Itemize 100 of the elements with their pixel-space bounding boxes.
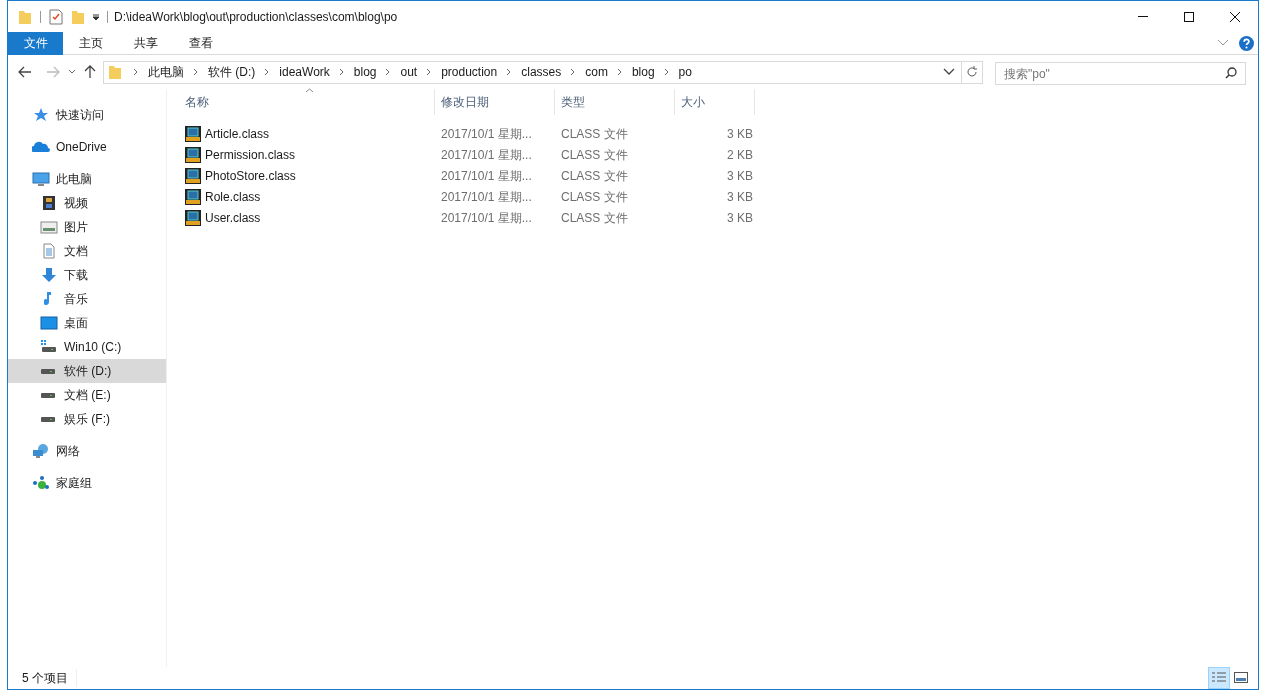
sidebar-item[interactable]: 软件 (D:) [8, 359, 166, 383]
class-file-icon [185, 167, 201, 184]
class-file-icon [185, 146, 201, 163]
sidebar-item[interactable]: 家庭组 [8, 471, 166, 495]
picture-icon [40, 219, 58, 235]
sidebar-item[interactable]: 快速访问 [8, 103, 166, 127]
sidebar-item[interactable]: 此电脑 [8, 167, 166, 191]
sidebar-label: 音乐 [64, 291, 88, 308]
modified-date: 2017/10/1 星期... [441, 209, 533, 227]
column-header[interactable]: 名称 [179, 89, 435, 115]
breadcrumb-item[interactable]: po [678, 63, 692, 81]
column-header[interactable]: 类型 [555, 89, 675, 115]
sidebar-label: 图片 [64, 219, 88, 236]
file-row[interactable]: Article.class 2017/10/1 星期... CLASS 文件 3 KB [167, 123, 1258, 144]
file-type: CLASS 文件 [561, 188, 629, 206]
sidebar-item[interactable]: 桌面 [8, 311, 166, 335]
dropdown-caret-icon[interactable] [943, 68, 955, 76]
chevron-right-icon [506, 68, 513, 76]
item-count: 5 个项目 [22, 669, 77, 687]
sidebar-label: 此电脑 [56, 171, 92, 188]
file-name: Role.class [205, 188, 261, 206]
refresh-button[interactable] [962, 60, 983, 84]
chevron-right-icon [338, 68, 345, 76]
ribbon-tab[interactable]: 文件 [8, 31, 63, 55]
address-bar[interactable]: 此电脑 软件 (D:) ideaWork blog out production classes com blog po [103, 60, 962, 84]
back-arrow-icon[interactable] [18, 66, 32, 78]
sidebar-item[interactable]: 视频 [8, 191, 166, 215]
file-row[interactable]: PhotoStore.class 2017/10/1 星期... CLASS 文件 3 KB [167, 165, 1258, 186]
sidebar-item[interactable]: Win10 (C:) [8, 335, 166, 359]
chevron-right-icon [616, 68, 623, 76]
file-type: CLASS 文件 [561, 167, 629, 185]
file-name: Article.class [205, 125, 269, 143]
ribbon-tab[interactable]: 查看 [173, 31, 228, 55]
breadcrumb-item[interactable]: ideaWork [279, 63, 330, 81]
up-arrow-icon[interactable] [84, 65, 96, 79]
refresh-icon [966, 66, 978, 78]
file-row[interactable]: Permission.class 2017/10/1 星期... CLASS 文件 2 KB [167, 144, 1258, 165]
sidebar-item[interactable]: 图片 [8, 215, 166, 239]
breadcrumb-item[interactable]: classes [521, 63, 562, 81]
sidebar-item[interactable]: 音乐 [8, 287, 166, 311]
file-size: 2 KB [726, 146, 753, 164]
chevron-right-icon [193, 68, 199, 76]
expand-ribbon-icon[interactable] [1217, 39, 1229, 47]
down-arrow-icon [40, 267, 58, 283]
desktop-icon [40, 315, 58, 331]
class-file-icon [185, 188, 201, 205]
minimize-icon [1138, 16, 1148, 17]
sidebar-label: 文档 (E:) [64, 387, 111, 404]
recent-caret-icon[interactable] [68, 69, 76, 75]
close-icon [1230, 11, 1240, 22]
breadcrumb-item[interactable]: blog [631, 63, 655, 81]
modified-date: 2017/10/1 星期... [441, 167, 533, 185]
breadcrumb-item[interactable]: 此电脑 [148, 63, 184, 81]
sidebar-label: 软件 (D:) [64, 363, 112, 380]
sidebar-label: Win10 (C:) [64, 339, 122, 356]
sidebar-item[interactable]: 娱乐 (F:) [8, 407, 166, 431]
folder-icon [108, 64, 122, 80]
drive-icon [40, 368, 58, 374]
dropdown-caret-icon[interactable] [91, 12, 101, 21]
search-field[interactable]: 搜索"po" [995, 62, 1246, 85]
breadcrumb-item[interactable]: blog [353, 63, 377, 81]
film-icon [40, 195, 58, 211]
drive-icon [40, 392, 58, 398]
sidebar-item[interactable]: 下载 [8, 263, 166, 287]
sidebar-item[interactable]: 网络 [8, 439, 166, 463]
document-icon [40, 243, 58, 259]
folder-icon [18, 8, 32, 25]
ribbon-tab[interactable]: 共享 [118, 31, 173, 55]
chevron-right-icon [133, 68, 139, 76]
file-row[interactable]: User.class 2017/10/1 星期... CLASS 文件 3 KB [167, 207, 1258, 228]
sidebar-item[interactable]: OneDrive [8, 135, 166, 159]
music-note-icon [44, 291, 54, 307]
sidebar-item[interactable]: 文档 (E:) [8, 383, 166, 407]
file-size: 3 KB [726, 188, 753, 206]
sidebar-label: 下载 [64, 267, 88, 284]
class-file-icon [185, 209, 201, 226]
column-header[interactable]: 修改日期 [435, 89, 555, 115]
breadcrumb-item[interactable]: 软件 (D:) [208, 63, 256, 81]
breadcrumb-item[interactable]: com [585, 63, 608, 81]
network-icon [32, 443, 50, 459]
properties-checklist-icon[interactable] [49, 8, 63, 25]
system-drive-icon [40, 339, 58, 355]
breadcrumb-item[interactable]: out [400, 63, 418, 81]
ribbon-tab[interactable]: 主页 [63, 31, 118, 55]
chevron-right-icon [426, 68, 433, 76]
file-name: User.class [205, 209, 261, 227]
chevron-right-icon [663, 68, 670, 76]
file-name: Permission.class [205, 146, 296, 164]
chevron-right-icon [264, 68, 271, 76]
search-icon [1225, 66, 1237, 79]
details-view-icon [1211, 671, 1227, 685]
breadcrumb-item[interactable]: production [441, 63, 498, 81]
sidebar-item[interactable]: 文档 [8, 239, 166, 263]
file-row[interactable]: Role.class 2017/10/1 星期... CLASS 文件 3 KB [167, 186, 1258, 207]
column-header[interactable]: 大小 [675, 89, 755, 115]
sidebar-label: 快速访问 [56, 107, 104, 124]
maximize-icon [1184, 11, 1194, 22]
help-icon[interactable] [1239, 35, 1254, 51]
sidebar-label: 文档 [64, 243, 88, 260]
window-title: D:\ideaWork\blog\out\production\classes\com\blog\po [114, 8, 398, 26]
